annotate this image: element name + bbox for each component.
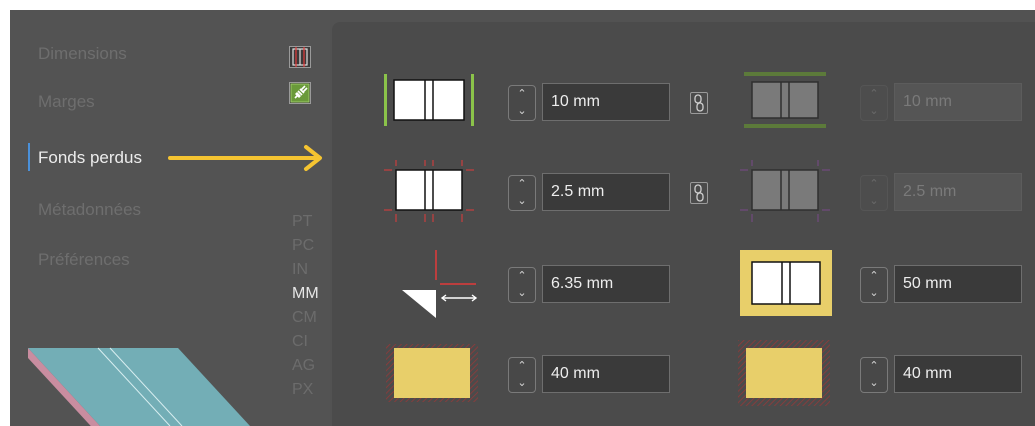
bleed-height-icon-disabled — [744, 72, 826, 128]
row3-right-input[interactable]: 50 mm — [894, 265, 1022, 303]
bleed-fill-height-icon — [738, 340, 830, 406]
row1-left-input[interactable]: 10 mm — [542, 83, 670, 121]
row2-left-input[interactable]: 2.5 mm — [542, 173, 670, 211]
row2-left-stepper[interactable]: ⌃ ⌄ — [508, 175, 536, 211]
row4-right-stepper[interactable]: ⌃ ⌄ — [860, 357, 888, 393]
sidebar-item-preferences[interactable]: Préférences — [38, 250, 130, 270]
annotation-arrow-icon — [168, 145, 322, 171]
chain-link-icon — [694, 94, 704, 112]
sidebar-item-marges[interactable]: Marges — [38, 92, 95, 112]
row4-left-stepper[interactable]: ⌃ ⌄ — [508, 357, 536, 393]
bleed-guides-toggle-button[interactable] — [289, 46, 311, 68]
row2-right-stepper: ⌃ ⌄ — [860, 175, 888, 211]
link-toggle-row1[interactable] — [690, 92, 708, 114]
sidebar-item-fonds-perdus[interactable]: Fonds perdus — [38, 148, 142, 168]
auto-bleed-toggle-button[interactable] — [289, 82, 311, 104]
crop-mark-offset-icon — [402, 250, 478, 318]
row3-left-input[interactable]: 6.35 mm — [542, 265, 670, 303]
unit-ci[interactable]: CI — [292, 333, 322, 351]
print-area-icon — [740, 250, 832, 316]
bleed-settings-panel: ⌃ ⌄ 10 mm ⌃ ⌄ 10 mm ⌃ ⌄ 2.5 mm ⌃ ⌄ 2.5 m… — [332, 22, 1035, 426]
bleed-fill-width-icon — [386, 344, 478, 402]
row3-left-stepper[interactable]: ⌃ ⌄ — [508, 267, 536, 303]
row3-right-stepper[interactable]: ⌃ ⌄ — [860, 267, 888, 303]
unit-in[interactable]: IN — [292, 261, 322, 279]
sidebar-item-dimensions[interactable]: Dimensions — [38, 44, 127, 64]
row2-right-input: 2.5 mm — [894, 173, 1022, 211]
link-toggle-row2[interactable] — [690, 182, 708, 204]
unit-pc[interactable]: PC — [292, 237, 322, 255]
unit-px[interactable]: PX — [292, 381, 322, 399]
bleed-guides-icon — [292, 47, 308, 67]
plug-icon — [290, 83, 310, 103]
chain-link-icon — [694, 184, 704, 202]
active-item-indicator — [28, 143, 30, 171]
bleed-width-icon — [384, 74, 474, 126]
row1-right-stepper: ⌃ ⌄ — [860, 85, 888, 121]
bleed-settings-window: Dimensions Marges Fonds perdus Métadonné… — [10, 10, 1035, 426]
row1-right-input: 10 mm — [894, 83, 1022, 121]
row1-left-stepper[interactable]: ⌃ ⌄ — [508, 85, 536, 121]
row4-left-input[interactable]: 40 mm — [542, 355, 670, 393]
board-preview-illustration — [28, 347, 250, 426]
crop-marks-icon — [384, 160, 474, 222]
unit-ag[interactable]: AG — [292, 357, 322, 375]
sidebar: Dimensions Marges Fonds perdus Métadonné… — [10, 10, 330, 426]
row4-right-input[interactable]: 40 mm — [894, 355, 1022, 393]
unit-mm[interactable]: MM — [292, 285, 322, 303]
unit-cm[interactable]: CM — [292, 309, 322, 327]
crop-marks-icon-disabled — [740, 160, 830, 222]
sidebar-item-metadonnees[interactable]: Métadonnées — [38, 200, 141, 220]
unit-pt[interactable]: PT — [292, 213, 322, 231]
